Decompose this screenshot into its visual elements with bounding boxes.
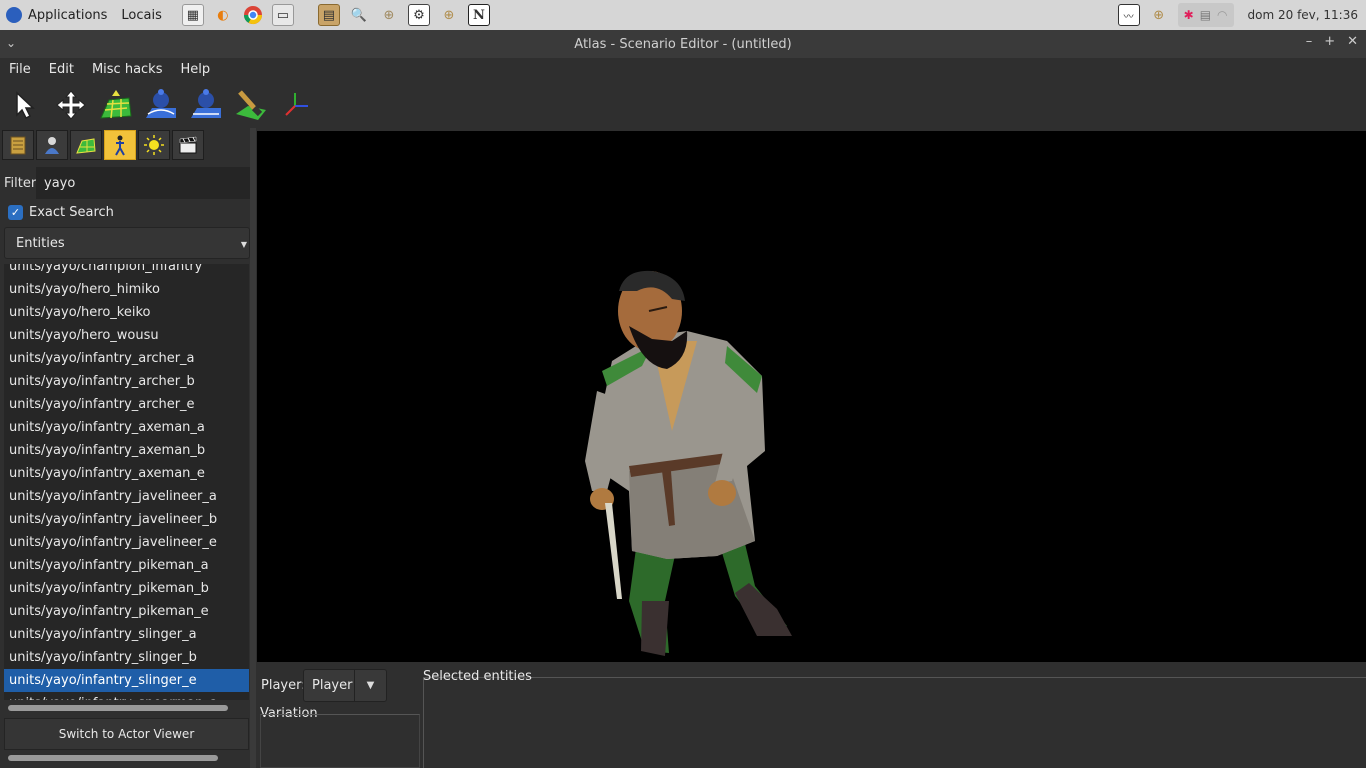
clipboard-icon[interactable]: ▤ xyxy=(1200,8,1211,22)
selected-entities-panel xyxy=(423,677,1366,768)
map-tab-icon[interactable] xyxy=(2,130,34,160)
list-item[interactable]: units/yayo/hero_himiko xyxy=(4,278,249,301)
exact-search-row[interactable]: ✓ Exact Search xyxy=(8,205,114,220)
menu-edit[interactable]: Edit xyxy=(40,62,83,77)
filter-row: Filter xyxy=(0,166,250,200)
sidebar-splitter[interactable] xyxy=(250,128,256,768)
list-item[interactable]: units/yayo/infantry_pikeman_b xyxy=(4,577,249,600)
menu-bar: File Edit Misc hacks Help xyxy=(0,58,1366,80)
filter-label: Filter xyxy=(4,175,37,191)
list-item[interactable]: units/yayo/infantry_javelineer_e xyxy=(4,531,249,554)
player-label: Player: xyxy=(261,678,306,693)
terrain-flatten-icon[interactable] xyxy=(188,85,224,125)
menu-help[interactable]: Help xyxy=(172,62,220,77)
blender-icon[interactable]: ◐ xyxy=(212,4,234,26)
target-icon[interactable]: ⊕ xyxy=(378,4,400,26)
desktop-top-panel: Applications Locais ▦ ◐ ▭ ▤ 🔍 ⊕ ⚙ ⊕ N 〰 … xyxy=(0,0,1366,30)
selected-entities-label: Selected entities xyxy=(423,669,532,684)
list-item[interactable]: units/yayo/hero_wousu xyxy=(4,324,249,347)
list-item[interactable]: units/yayo/hero_keiko xyxy=(4,301,249,324)
window-title: Atlas - Scenario Editor - (untitled) xyxy=(574,36,792,52)
clock[interactable]: dom 20 fev, 11:36 xyxy=(1248,8,1358,22)
scenario-viewport[interactable] xyxy=(257,131,1366,662)
tool-bar xyxy=(0,82,1366,128)
notion-icon[interactable]: N xyxy=(467,4,490,26)
environment-tab-icon[interactable] xyxy=(138,130,170,160)
list-item[interactable]: units/yayo/infantry_javelineer_a xyxy=(4,485,249,508)
player-tab-icon[interactable] xyxy=(36,130,68,160)
list-item[interactable]: units/yayo/infantry_axeman_e xyxy=(4,462,249,485)
folder-icon[interactable]: ▭ xyxy=(271,4,294,26)
chevron-down-icon: ▼ xyxy=(240,240,247,249)
exact-search-label: Exact Search xyxy=(29,205,114,220)
window-controls: – + ✕ xyxy=(1306,34,1358,49)
list-item[interactable]: units/yayo/infantry_spearman_a xyxy=(4,692,249,700)
entity-list-scrollbar[interactable] xyxy=(8,705,228,711)
object-type-value: Entities xyxy=(16,235,65,251)
file-manager-icon[interactable]: ▦ xyxy=(181,4,204,26)
object-type-select[interactable]: Entities ▼ xyxy=(4,227,250,259)
status-icons: ✱ ▤ ◠ xyxy=(1177,3,1234,27)
unit-preview xyxy=(585,270,792,656)
maximize-icon[interactable]: + xyxy=(1324,34,1335,49)
list-item[interactable]: units/yayo/infantry_archer_b xyxy=(4,370,249,393)
player-select[interactable]: Player ▼ xyxy=(303,669,387,702)
slack-icon[interactable]: ✱ xyxy=(1184,8,1194,22)
sidebar-scrollbar[interactable] xyxy=(8,755,218,761)
archive-icon[interactable]: ▤ xyxy=(317,4,340,26)
launcher-bar: ▦ ◐ ▭ ▤ 🔍 ⊕ ⚙ ⊕ N xyxy=(181,4,490,26)
chrome-icon[interactable] xyxy=(242,4,264,26)
system-monitor-icon[interactable]: 〰 xyxy=(1117,4,1140,26)
close-icon[interactable]: ✕ xyxy=(1347,34,1358,49)
menu-misc-hacks[interactable]: Misc hacks xyxy=(83,62,172,77)
switch-to-actor-viewer-button[interactable]: Switch to Actor Viewer xyxy=(4,718,249,750)
window-menu-icon[interactable]: ⌄ xyxy=(6,36,16,50)
places-menu[interactable]: Locais xyxy=(121,8,161,23)
crosshair-icon[interactable]: ⊕ xyxy=(438,4,460,26)
player-select-value: Player xyxy=(312,678,353,693)
list-item[interactable]: units/yayo/infantry_archer_e xyxy=(4,393,249,416)
bottom-panel: Player: Player ▼ Variation Selected enti… xyxy=(257,664,1366,768)
select-tool-icon[interactable] xyxy=(8,85,44,125)
chevron-down-icon[interactable]: ▼ xyxy=(354,670,386,701)
axes-tool-icon[interactable] xyxy=(278,85,314,125)
settings-icon[interactable]: ⚙ xyxy=(407,4,430,26)
list-item-selected[interactable]: units/yayo/infantry_slinger_e xyxy=(4,669,249,692)
terrain-elevate-icon[interactable] xyxy=(98,85,134,125)
list-item[interactable]: units/yayo/infantry_slinger_b xyxy=(4,646,249,669)
xfce-icon xyxy=(6,7,22,23)
applications-menu[interactable]: Applications xyxy=(0,7,107,23)
sidebar: Filter ✓ Exact Search Entities ▼ units/y… xyxy=(0,128,252,768)
minimize-icon[interactable]: – xyxy=(1306,34,1313,49)
move-tool-icon[interactable] xyxy=(53,85,89,125)
entity-list[interactable]: units/yayo/champion_infantry units/yayo/… xyxy=(4,264,249,700)
list-item[interactable]: units/yayo/infantry_javelineer_b xyxy=(4,508,249,531)
list-item[interactable]: units/yayo/infantry_pikeman_e xyxy=(4,600,249,623)
variation-panel xyxy=(260,714,420,768)
exact-search-checkbox[interactable]: ✓ xyxy=(8,205,23,220)
cinematic-tab-icon[interactable] xyxy=(172,130,204,160)
terrain-tab-icon[interactable] xyxy=(70,130,102,160)
filter-input[interactable] xyxy=(36,167,250,199)
applications-label: Applications xyxy=(28,7,108,23)
list-item[interactable]: units/yayo/infantry_slinger_a xyxy=(4,623,249,646)
list-item[interactable]: units/yayo/infantry_axeman_b xyxy=(4,439,249,462)
list-item[interactable]: units/yayo/infantry_pikeman_a xyxy=(4,554,249,577)
list-item[interactable]: units/yayo/champion_infantry xyxy=(4,264,249,278)
list-item[interactable]: units/yayo/infantry_axeman_a xyxy=(4,416,249,439)
paint-tool-icon[interactable] xyxy=(233,85,269,125)
wifi-icon[interactable]: ◠ xyxy=(1217,8,1227,22)
terrain-smooth-icon[interactable] xyxy=(143,85,179,125)
sidebar-tabs xyxy=(0,130,204,162)
search-icon[interactable]: 🔍 xyxy=(348,4,370,26)
list-item[interactable]: units/yayo/infantry_archer_a xyxy=(4,347,249,370)
system-tray: 〰 ⊕ ✱ ▤ ◠ dom 20 fev, 11:36 xyxy=(1117,0,1366,30)
menu-file[interactable]: File xyxy=(0,62,40,77)
crosshair-icon[interactable]: ⊕ xyxy=(1148,4,1170,26)
object-tab-icon[interactable] xyxy=(104,130,136,160)
window-title-bar[interactable]: ⌄ Atlas - Scenario Editor - (untitled) –… xyxy=(0,30,1366,58)
